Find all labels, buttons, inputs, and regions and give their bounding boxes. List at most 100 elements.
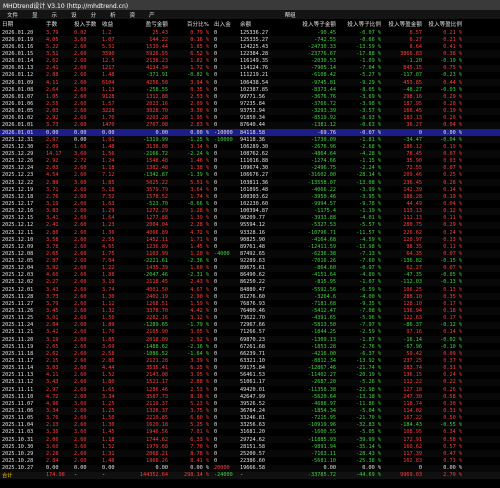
table-row[interactable]: 2025.10.27 0.00 0.00 0.00 0.00 0.00 % 20000 196… [0, 464, 500, 472]
menu-item-6[interactable]: 资 [123, 11, 143, 19]
table-cell: 4.42 % [190, 308, 209, 315]
table-row[interactable]: 2025.11.04 2.13 2.60 1.30 1620.18 5.25 % 0 3325… [0, 421, 500, 429]
table-cell: 3.34 [102, 393, 115, 400]
table-cell: -35.14 % [356, 443, 381, 450]
table-row[interactable]: 2026.01.19 4.05 3.60 1.07 144.22 0.16 % 0 12533… [0, 36, 500, 44]
table-row[interactable]: 2025.12.23 4.54 2.60 7.12 -1342.87 -1.39 % 0 10… [0, 172, 500, 179]
column-header-6[interactable]: 出入金 [212, 20, 238, 28]
table-row[interactable]: 2026.01.02 2.92 2.60 1.70 2203.28 1.95 % 0 9185… [0, 115, 500, 122]
table-row[interactable]: 2025.12.12 2.41 2.60 1.23 2004.04 2.28 % 0 9559… [0, 221, 500, 229]
table-row[interactable]: 2025.11.17 2.15 2.60 2.86 2121.28 3.39 % 0 6332… [0, 357, 500, 364]
table-row[interactable]: 2025.12.08 2.65 2.60 1.75 1103.99 1.20 % -4000… [0, 250, 500, 258]
column-header-11[interactable]: 投入等盈比例 [425, 20, 465, 28]
table-row[interactable]: 2026.01.13 2.41 2.60 1217 4134.34 1.72 % 0 1141… [0, 64, 500, 72]
table-row[interactable]: 2025.11.18 2.62 2.60 2.58 -1086.52 -1.64 % 0 66… [0, 350, 500, 358]
column-header-5[interactable]: 百分比% [171, 20, 212, 28]
table-cell: 5.22 [46, 43, 59, 50]
table-cell: 1548.48 [146, 158, 168, 165]
table-row[interactable]: 2025.12.03 4.60 2.60 1.88 -2047.46 -2.31 % 0 86… [0, 272, 500, 279]
menu-item-0[interactable]: 文件 [0, 11, 25, 19]
table-row[interactable]: 2026.01.20 3.79 0.02 1.2 25.43 0.79 % 0 125336.… [0, 29, 500, 36]
column-header-1[interactable]: 手数 [44, 20, 72, 28]
table-row[interactable]: 2025.11.07 4.96 3.60 1.25 2119.37 5.23 % 0 3952… [0, 400, 500, 407]
table-row[interactable]: 2025.12.05 2.87 2.60 7.04 -2221.61 -2.36 % 0 92… [0, 258, 500, 265]
column-header-3[interactable]: 收益 [100, 20, 131, 28]
column-header-4[interactable]: 盈亏金额 [131, 20, 171, 28]
table-row[interactable]: 2025.11.24 2.04 2.60 1.89 -1289.65 -1.79 % 0 72… [0, 321, 500, 329]
table-row[interactable]: 2026.01.16 5.22 2.60 5.51 1530.44 1.85 % 0 1242… [0, 43, 500, 50]
table-row[interactable]: 2026.01.01 0.00 0.00 0.00 0.00 0.00 % -10000 84… [0, 128, 500, 137]
table-row[interactable]: 2025.12.17 3.19 2.60 1.63 -523.70 -0.66 % 0 102… [0, 200, 500, 207]
table-row[interactable]: 2025.11.21 3.42 2.60 1.70 2165.90 3.05 % 0 7126… [0, 329, 500, 336]
table-cell: 25200.57 [240, 450, 265, 457]
table-cell: 2026.01.20 [2, 29, 34, 36]
column-header-0[interactable]: 日期 [0, 20, 44, 28]
table-row[interactable]: 2026.01.08 2.64 2.60 1.13 -258.55 0.35 % 0 1023… [0, 86, 500, 93]
table-cell: 0.03 % [443, 158, 462, 165]
table-row[interactable]: 2025.12.10 3.58 2.60 2.55 1452.11 1.71 % 0 9082… [0, 236, 500, 244]
table-row[interactable]: 2026.01.01 3.73 2.60 1470 2767.08 2.83 % 0 8764… [0, 121, 500, 129]
column-header-9[interactable]: 投入等子比例 [339, 20, 384, 28]
menu-item-help[interactable]: 帮组 [278, 11, 303, 19]
table-cell: -8.93 % [359, 115, 381, 122]
menu-item-2[interactable]: 示 [45, 11, 65, 19]
table-row[interactable]: 2025.11.06 3.34 2.60 1.25 1326.37 3.75 % 0 3678… [0, 407, 500, 415]
table-row[interactable]: 2025.12.22 2.89 3.60 1.85 5025.22 5.51 % 0 1038… [0, 178, 500, 187]
column-header-10[interactable]: 投入等盈金额 [384, 20, 425, 28]
table-row[interactable]: 2025.12.24 2.03 2.60 1.18 1382.48 1.38 % 0 1096… [0, 164, 500, 172]
table-row[interactable]: 2025.10.31 2.06 2.60 1.18 1744.62 6.33 % 0 2972… [0, 436, 500, 444]
table-cell: 0 [214, 279, 218, 286]
table-row[interactable]: 2025.12.31 2.97 0.00 1.91 -1319.99 -1.25 % -10… [0, 136, 500, 144]
table-row[interactable]: 2026.01.06 2.55 2.60 1.57 2023.16 2.09 % 0 9723… [0, 100, 500, 107]
menu-item-5[interactable]: 析 [103, 11, 123, 19]
table-row[interactable]: 2025.12.09 3.78 2.60 4.65 1236.89 1.45 % 0 8976… [0, 243, 500, 250]
menu-item-1[interactable]: 显 [25, 11, 45, 19]
table-row[interactable]: 2025.11.10 4.72 2.60 3.34 3587.73 8.16 % 0 4264… [0, 393, 500, 401]
menu-item-4[interactable]: 分 [84, 11, 104, 19]
table-row[interactable]: 2025.11.13 4.11 2.60 1.52 2143.08 3.95 % 0 5646… [0, 372, 500, 379]
column-header-2[interactable]: 投入手数 [72, 20, 100, 28]
table-row[interactable]: 2025.11.26 3.45 2.60 1.32 3378.70 4.42 % 0 7640… [0, 307, 500, 315]
column-header-7[interactable]: 余额 [238, 20, 298, 28]
table-row[interactable]: 2025.12.11 2.86 2.60 1.36 4066.89 4.72 % 0 9332… [0, 229, 500, 236]
table-row[interactable]: 2025.12.01 3.43 2.60 3.74 4001.50 4.67 % 0 8488… [0, 286, 500, 293]
table-row[interactable]: 2025.12.26 2.92 2.72 1.24 1548.48 1.46 % 0 1110… [0, 158, 500, 165]
table-row[interactable]: 2025.11.14 3.03 2.60 4.44 3535.41 6.25 % 0 5917… [0, 364, 500, 372]
table-cell: 7.52 [102, 193, 115, 200]
table-row[interactable]: 2025.12.19 3.71 2.60 5.18 3579.79 3.64 % 0 1018… [0, 186, 500, 193]
table-cell: 4.65 [102, 243, 115, 250]
table-cell: -6236.38 [311, 250, 336, 257]
table-cell: -7.04 % [359, 65, 381, 72]
table-cell: 3.39 % [190, 358, 209, 365]
table-row[interactable]: 2025.12.16 3.83 2.60 1.29 1272.29 1.28 % 0 1003… [0, 207, 500, 215]
table-row[interactable]: 2025.11.19 2.65 2.60 3.69 -1488.62 -2.16 % 0 67… [0, 343, 500, 350]
table-row[interactable]: 2026.01.05 2.03 2.60 3228 3028.70 3.30 % 0 9375… [0, 107, 500, 115]
table-row[interactable]: 2025.12.18 2.76 2.60 7.52 1578.52 1.74 % 0 1003… [0, 193, 500, 201]
table-row[interactable]: 2025.11.12 3.43 2.60 1.80 1521.17 2.88 % 0 5106… [0, 378, 500, 387]
table-row[interactable]: 2026.01.12 2.88 2.60 1.48 -371.91 -0.82 % 0 111… [0, 72, 500, 79]
table-row[interactable]: 2025.11.20 3.19 2.60 1.85 2018.09 2.92 % 0 6987… [0, 336, 500, 344]
table-row[interactable]: 2025.10.30 3.60 3.60 1.52 1979.68 7.70 % 0 2815… [0, 443, 500, 450]
table-row[interactable]: 2025.12.15 3.41 2.60 1.64 1277.88 1.39 % 0 9820… [0, 215, 500, 222]
table-row[interactable]: 2025.12.02 2.27 2.60 3.19 2118.45 2.43 % 0 8625… [0, 278, 500, 287]
table-row[interactable]: 2025.10.29 2.28 2.60 1.31 2068.21 8.78 % 0 2520… [0, 450, 500, 458]
table-row[interactable]: 2025.11.28 3.73 2.60 1.30 2402.19 2.90 % 0 8127… [0, 293, 500, 301]
table-row[interactable]: 2026.01.09 4.11 2.60 6104 4256.58 3.94 % 0 1064… [0, 78, 500, 87]
table-cell: 125335.27 [240, 36, 269, 43]
table-row[interactable]: 2026.01.15 3.51 2.60 3590 5926.55 6.52 % 0 1223… [0, 50, 500, 58]
table-row[interactable]: 2025.11.03 3.36 3.60 1.45 1946.56 7.01 % 0 3168… [0, 429, 500, 436]
table-row[interactable]: 2025.11.11 2.97 2.60 1.65 1286.46 2.53 % 0 4942… [0, 386, 500, 393]
table-row[interactable]: 2025.12.30 2.09 1.60 1.48 3138.08 3.14 % 0 1062… [0, 143, 500, 150]
table-row[interactable]: 2025.11.05 3.76 2.60 1.50 2210.85 6.80 % 0 3324… [0, 415, 500, 422]
table-row[interactable]: 2025.10.28 2.84 2.60 1.48 1868.26 8.41 % 0 2238… [0, 457, 500, 464]
table-row[interactable]: 2026.01.07 1.05 2.60 9128 1312.88 2.53 % 0 9977… [0, 93, 500, 101]
column-header-8[interactable]: 投入等子金额 [298, 20, 339, 28]
table-row[interactable]: 2025.12.04 3.92 2.60 1.22 1435.39 1.60 % 0 8967… [0, 264, 500, 272]
table-row[interactable]: 2025.11.27 3.79 2.60 1.12 1268.51 1.59 % 0 7687… [0, 300, 500, 307]
table-row[interactable]: 2025.12.29 14.17 3.60 1.56 -2166.72 -2.24 % 0 1… [0, 150, 500, 158]
menu-item-7[interactable]: 产 [142, 11, 162, 19]
menu-item-3[interactable]: 设 [64, 11, 84, 19]
table-cell: -13.18 % [356, 393, 381, 400]
table-row[interactable]: 2025.11.25 3.01 2.60 1.50 2282.16 3.12 % 0 7362… [0, 315, 500, 322]
table-row[interactable]: 2026.01.14 2.62 2.60 12.5 2138.23 1.82 % 0 1161… [0, 58, 500, 65]
